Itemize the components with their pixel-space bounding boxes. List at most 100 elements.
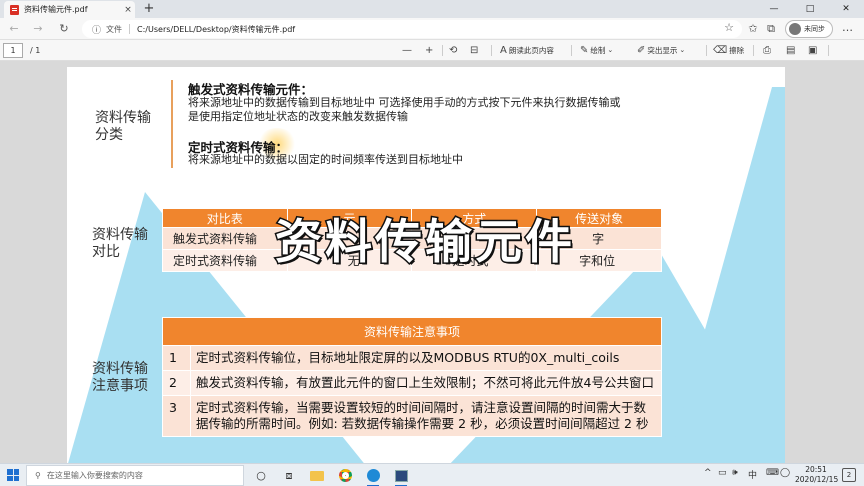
profile-button[interactable]: 未同步 [785, 20, 833, 38]
section-label-classification: 资料传输分类 [95, 110, 151, 143]
timed-transfer-desc: 将来源地址中的数据以固定的时间频率传送到目标地址中 [188, 153, 463, 166]
refresh-icon[interactable]: ↻ [56, 21, 72, 37]
page-total: / 1 [30, 46, 41, 55]
table-header-row: 资料传输注意事项 [162, 317, 662, 346]
taskbar-search-box[interactable]: ⚲ 在这里输入你要搜索的内容 [26, 465, 244, 486]
toolbar-divider [491, 45, 492, 56]
table-cell: 定时式资料传输 [162, 249, 288, 272]
minus-icon: — [402, 45, 412, 56]
toolbar-divider [706, 45, 707, 56]
note-text: 定时式资料传输位，目标地址限定屏的以及MODBUS RTU的0X_multi_c… [190, 345, 662, 371]
erase-label: 擦除 [729, 46, 745, 55]
tab-close-button[interactable]: × [121, 5, 135, 15]
draw-label: 绘制 [590, 46, 606, 55]
save-button[interactable]: ▤ [786, 43, 795, 58]
zoom-in-button[interactable]: + [425, 43, 433, 58]
close-window-button[interactable]: ✕ [828, 0, 864, 18]
new-tab-button[interactable]: + [141, 1, 157, 17]
read-aloud-label: 朗读此页内容 [508, 46, 554, 55]
note-text: 触发式资料传输，有放置此元件的窗口上生效限制；不然可将此元件放4号公共窗口 [190, 370, 662, 396]
toolbar-divider [753, 45, 754, 56]
cortana-icon[interactable]: ○ [252, 467, 270, 484]
favorite-star-icon[interactable]: ☆ [724, 21, 734, 34]
print-icon: ⎙ [763, 45, 771, 56]
keyboard-icon[interactable]: ⌨ [766, 468, 779, 478]
read-aloud-icon: A [500, 45, 507, 56]
system-clock[interactable]: 20:51 2020/12/15 [795, 465, 839, 485]
highlight-button[interactable]: ✐ 突出显示 ⌄ [637, 43, 685, 58]
pdf-file-icon [10, 4, 19, 15]
trigger-transfer-desc-line1: 将来源地址中的数据传输到目标地址中 可选择使用手动的方式按下元件来执行数据传输或 [188, 96, 621, 109]
maximize-button[interactable]: □ [792, 0, 828, 18]
task-view-icon[interactable]: ⧈ [280, 467, 298, 484]
table-row: 2 触发式资料传输，有放置此元件的窗口上生效限制；不然可将此元件放4号公共窗口 [162, 370, 662, 396]
chevron-down-icon: ⌄ [679, 46, 686, 54]
fit-page-button[interactable]: ⊟ [470, 43, 478, 58]
network-icon[interactable]: ▭ [718, 468, 727, 478]
search-icon: ⚲ [35, 471, 41, 480]
draw-button[interactable]: ✎ 绘制 ⌄ [580, 43, 613, 58]
volume-icon[interactable]: 🕪 [732, 468, 738, 478]
app-icon[interactable] [392, 467, 410, 486]
plus-icon: + [425, 45, 434, 56]
favorites-icon[interactable]: ✩ [746, 22, 760, 36]
draw-icon: ✎ [580, 45, 589, 56]
page-number-input[interactable]: 1 [3, 43, 23, 58]
edge-icon[interactable] [364, 467, 382, 486]
highlight-icon: ✐ [637, 45, 646, 56]
search-placeholder: 在这里输入你要搜索的内容 [46, 471, 143, 480]
fit-page-icon: ⊟ [470, 45, 479, 56]
ime-indicator[interactable]: 中 [748, 468, 757, 481]
chevron-down-icon: ⌄ [607, 46, 614, 54]
notification-center-icon[interactable]: 2 [842, 468, 856, 482]
section-bracket [171, 80, 173, 168]
toolbar-divider [828, 45, 829, 56]
section-label-comparison: 资料传输对比 [92, 227, 148, 260]
forward-icon[interactable]: → [30, 21, 46, 37]
trigger-transfer-desc-line2: 是使用指定位地址状态的改变来触发数据传输 [188, 110, 408, 123]
pdf-toolbar: 1 / 1 — + ⟲ ⊟ A 朗读此页内容 ✎ 绘制 ⌄ ✐ 突出显示 ⌄ ⌫… [0, 40, 864, 95]
url-divider [129, 24, 131, 34]
rotate-icon: ⟲ [449, 45, 458, 56]
file-explorer-icon[interactable] [308, 467, 326, 484]
windows-start-icon[interactable] [7, 469, 19, 481]
chrome-icon[interactable] [336, 467, 354, 484]
table-row: 1 定时式资料传输位，目标地址限定屏的以及MODBUS RTU的0X_multi… [162, 345, 662, 371]
tray-chevron-icon[interactable]: ^ [704, 468, 712, 478]
save-as-button[interactable]: ▣ [808, 43, 817, 58]
taskbar: ⚲ 在这里输入你要搜索的内容 ○ ⧈ ^ ▭ 🕪 中 ⌨ ◯ 20:51 202… [0, 463, 864, 486]
profile-label: 未同步 [804, 25, 825, 33]
erase-button[interactable]: ⌫ 擦除 [713, 43, 744, 58]
url-text: C:/Users/DELL/Desktop/资料传输元件.pdf [137, 24, 296, 34]
more-menu-icon[interactable]: … [842, 21, 853, 34]
print-button[interactable]: ⎙ [763, 43, 771, 58]
collections-icon[interactable]: ⧉ [764, 22, 778, 36]
note-number: 1 [162, 345, 191, 371]
address-bar: ← → ↻ ⓘ 文件 C:/Users/DELL/Desktop/资料传输元件.… [0, 18, 864, 40]
table-row: 3 定时式资料传输，当需要设置较短的时间间隔时，请注意设置间隔的时间需大于数据传… [162, 395, 662, 437]
read-aloud-button[interactable]: A 朗读此页内容 [500, 43, 554, 58]
eraser-icon: ⌫ [713, 45, 728, 56]
note-number: 3 [162, 395, 191, 437]
back-icon[interactable]: ← [6, 21, 22, 37]
overlay-title: 资料传输元件 [274, 214, 575, 272]
clock-date: 2020/12/15 [795, 475, 839, 484]
browser-tab[interactable]: 资料传输元件.pdf × [4, 1, 135, 18]
highlight-label: 突出显示 [647, 46, 678, 55]
background-triangle-edge [668, 87, 785, 463]
toolbar-divider [442, 45, 443, 56]
pdf-page: 资料传输分类 触发式资料传输元件： 将来源地址中的数据传输到目标地址中 可选择使… [67, 67, 785, 463]
tab-title: 资料传输元件.pdf [24, 5, 88, 14]
url-field[interactable]: ⓘ 文件 C:/Users/DELL/Desktop/资料传输元件.pdf ☆ [82, 20, 742, 38]
notes-table: 资料传输注意事项 1 定时式资料传输位，目标地址限定屏的以及MODBUS RTU… [162, 317, 662, 437]
table-header-cell: 对比表 [162, 208, 288, 228]
sync-icon[interactable]: ◯ [780, 468, 790, 478]
zoom-out-button[interactable]: — [402, 43, 412, 58]
save-icon: ▤ [786, 45, 796, 56]
minimize-button[interactable]: — [756, 0, 792, 18]
section-label-notes: 资料传输注意事项 [92, 361, 148, 394]
pdf-viewer[interactable]: 资料传输分类 触发式资料传输元件： 将来源地址中的数据传输到目标地址中 可选择使… [0, 61, 864, 463]
table-header-cell: 资料传输注意事项 [162, 317, 662, 346]
note-number: 2 [162, 370, 191, 396]
rotate-button[interactable]: ⟲ [449, 43, 457, 58]
